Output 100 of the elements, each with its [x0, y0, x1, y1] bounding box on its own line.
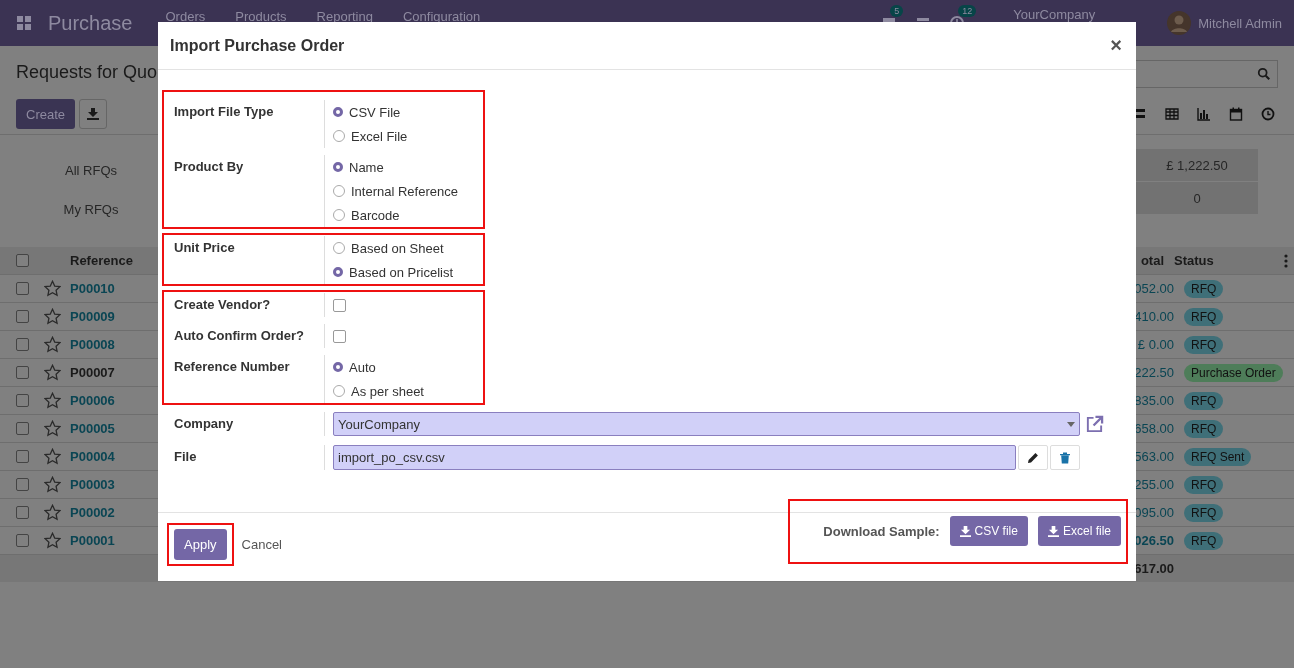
download-button[interactable]	[79, 99, 108, 129]
star-icon[interactable]	[44, 364, 61, 381]
star-icon[interactable]	[44, 532, 61, 549]
row-checkbox[interactable]	[15, 394, 29, 407]
file-field[interactable]: import_po_csv.csv	[333, 445, 1016, 470]
star-icon[interactable]	[44, 448, 61, 465]
column-header[interactable]: Status	[1170, 253, 1284, 268]
star-icon[interactable]	[44, 336, 61, 353]
field-label: Company	[173, 415, 235, 433]
delete-button[interactable]	[1050, 445, 1080, 470]
row-checkbox[interactable]	[15, 282, 29, 295]
external-link-icon[interactable]	[1085, 414, 1104, 434]
app-name[interactable]: Purchase	[48, 11, 133, 35]
download-sample-button[interactable]: Excel file	[1037, 516, 1121, 546]
option-label[interactable]: As per sheet	[351, 383, 424, 399]
radio-button[interactable]	[333, 162, 343, 172]
table-cell[interactable]: P00002	[70, 505, 160, 520]
row-checkbox[interactable]	[15, 338, 29, 351]
status-badge: RFQ	[1184, 419, 1224, 438]
option-label[interactable]: Based on Pricelist	[349, 264, 454, 280]
menu-item[interactable]: Configuration	[402, 9, 481, 24]
table-cell[interactable]: P00006	[70, 393, 160, 408]
apply-button[interactable]: Apply	[174, 528, 227, 560]
download-sample-button[interactable]: CSV file	[949, 516, 1028, 546]
table-cell[interactable]: P00010	[70, 281, 160, 296]
count-badge: 12	[958, 5, 977, 17]
summary-cell: £ 1,222.50	[1136, 149, 1258, 182]
edit-button[interactable]	[1018, 445, 1048, 470]
field-label: Unit Price	[173, 239, 236, 257]
table-cell-text: 255.00	[1133, 477, 1175, 492]
radio-button[interactable]	[333, 362, 343, 372]
cancel-link[interactable]: Cancel	[241, 536, 282, 552]
menu-item[interactable]: Orders	[165, 9, 206, 24]
avatar-icon[interactable]	[1167, 11, 1192, 35]
checkbox[interactable]	[333, 329, 346, 343]
dialog-title: Import Purchase Order	[170, 36, 345, 55]
row-checkbox[interactable]	[15, 478, 29, 491]
option-label[interactable]: Excel File	[351, 128, 408, 144]
download-icon	[959, 525, 971, 537]
summary-cell: 0	[1136, 182, 1258, 215]
download-icon	[87, 108, 100, 120]
column-header[interactable]: Reference	[70, 253, 160, 268]
close-button[interactable]: ×	[1108, 34, 1124, 57]
table-view-icon[interactable]	[1165, 107, 1179, 121]
row-checkbox[interactable]	[15, 366, 29, 379]
star-icon[interactable]	[44, 392, 61, 409]
star-icon[interactable]	[44, 476, 61, 493]
star-icon[interactable]	[44, 504, 61, 521]
status-badge: RFQ	[1184, 335, 1224, 354]
table-cell-text: £ 0.00	[1136, 337, 1175, 352]
star-icon[interactable]	[44, 420, 61, 437]
checkbox[interactable]	[333, 298, 346, 312]
table-cell[interactable]: P00004	[70, 449, 160, 464]
select-all-checkbox[interactable]	[15, 254, 29, 267]
filter-link[interactable]: All RFQs	[65, 163, 117, 178]
apps-menu-icon[interactable]	[16, 15, 32, 31]
table-cell[interactable]: P00005	[70, 421, 160, 436]
table-cell[interactable]: P00008	[70, 337, 160, 352]
kebab-menu-icon[interactable]	[1284, 253, 1288, 268]
clock-icon[interactable]	[1261, 107, 1275, 121]
status-badge: RFQ	[1184, 531, 1224, 550]
user-menu[interactable]: Mitchell Admin	[1198, 15, 1282, 31]
radio-button[interactable]	[333, 267, 343, 277]
filter-link[interactable]: My RFQs	[63, 202, 119, 217]
table-cell[interactable]: P00003	[70, 477, 160, 492]
company-select[interactable]: YourCompany	[333, 412, 1080, 436]
field-label: Auto Confirm Order?	[173, 327, 305, 345]
table-cell-text: 658.00	[1133, 421, 1175, 436]
row-checkbox[interactable]	[15, 534, 29, 547]
option-label[interactable]: Internal Reference	[351, 183, 458, 199]
calendar-icon[interactable]	[1229, 107, 1243, 121]
row-checkbox[interactable]	[15, 310, 29, 323]
status-badge: RFQ	[1184, 391, 1224, 410]
field-label: Import File Type	[173, 103, 275, 121]
star-icon[interactable]	[44, 308, 61, 325]
radio-button[interactable]	[333, 107, 343, 117]
table-cell[interactable]: P00009	[70, 309, 160, 324]
status-badge: RFQ Sent	[1184, 447, 1252, 466]
search-icon[interactable]	[1257, 67, 1271, 81]
option-label[interactable]: Based on Sheet	[351, 240, 444, 256]
option-label[interactable]: Name	[349, 159, 384, 175]
field-label: Product By	[173, 158, 245, 176]
company-switcher[interactable]: YourCompany	[1013, 6, 1096, 22]
table-cell[interactable]: P00001	[70, 533, 160, 548]
menu-item[interactable]: Products	[235, 9, 287, 24]
row-checkbox[interactable]	[15, 422, 29, 435]
option-label[interactable]: Auto	[349, 359, 376, 375]
option-label[interactable]: CSV File	[349, 104, 401, 120]
row-checkbox[interactable]	[15, 450, 29, 463]
option-label[interactable]: Barcode	[351, 207, 400, 223]
create-button[interactable]: Create	[16, 99, 76, 129]
status-badge: RFQ	[1184, 279, 1224, 298]
menu-item[interactable]: Reporting	[316, 9, 373, 24]
pencil-icon	[1027, 451, 1039, 464]
field-label: Create Vendor?	[173, 296, 272, 314]
table-cell[interactable]: P00007	[70, 365, 160, 380]
download-label: Download Sample:	[823, 523, 940, 539]
bar-chart-icon[interactable]	[1197, 107, 1211, 121]
star-icon[interactable]	[44, 280, 61, 297]
row-checkbox[interactable]	[15, 506, 29, 519]
